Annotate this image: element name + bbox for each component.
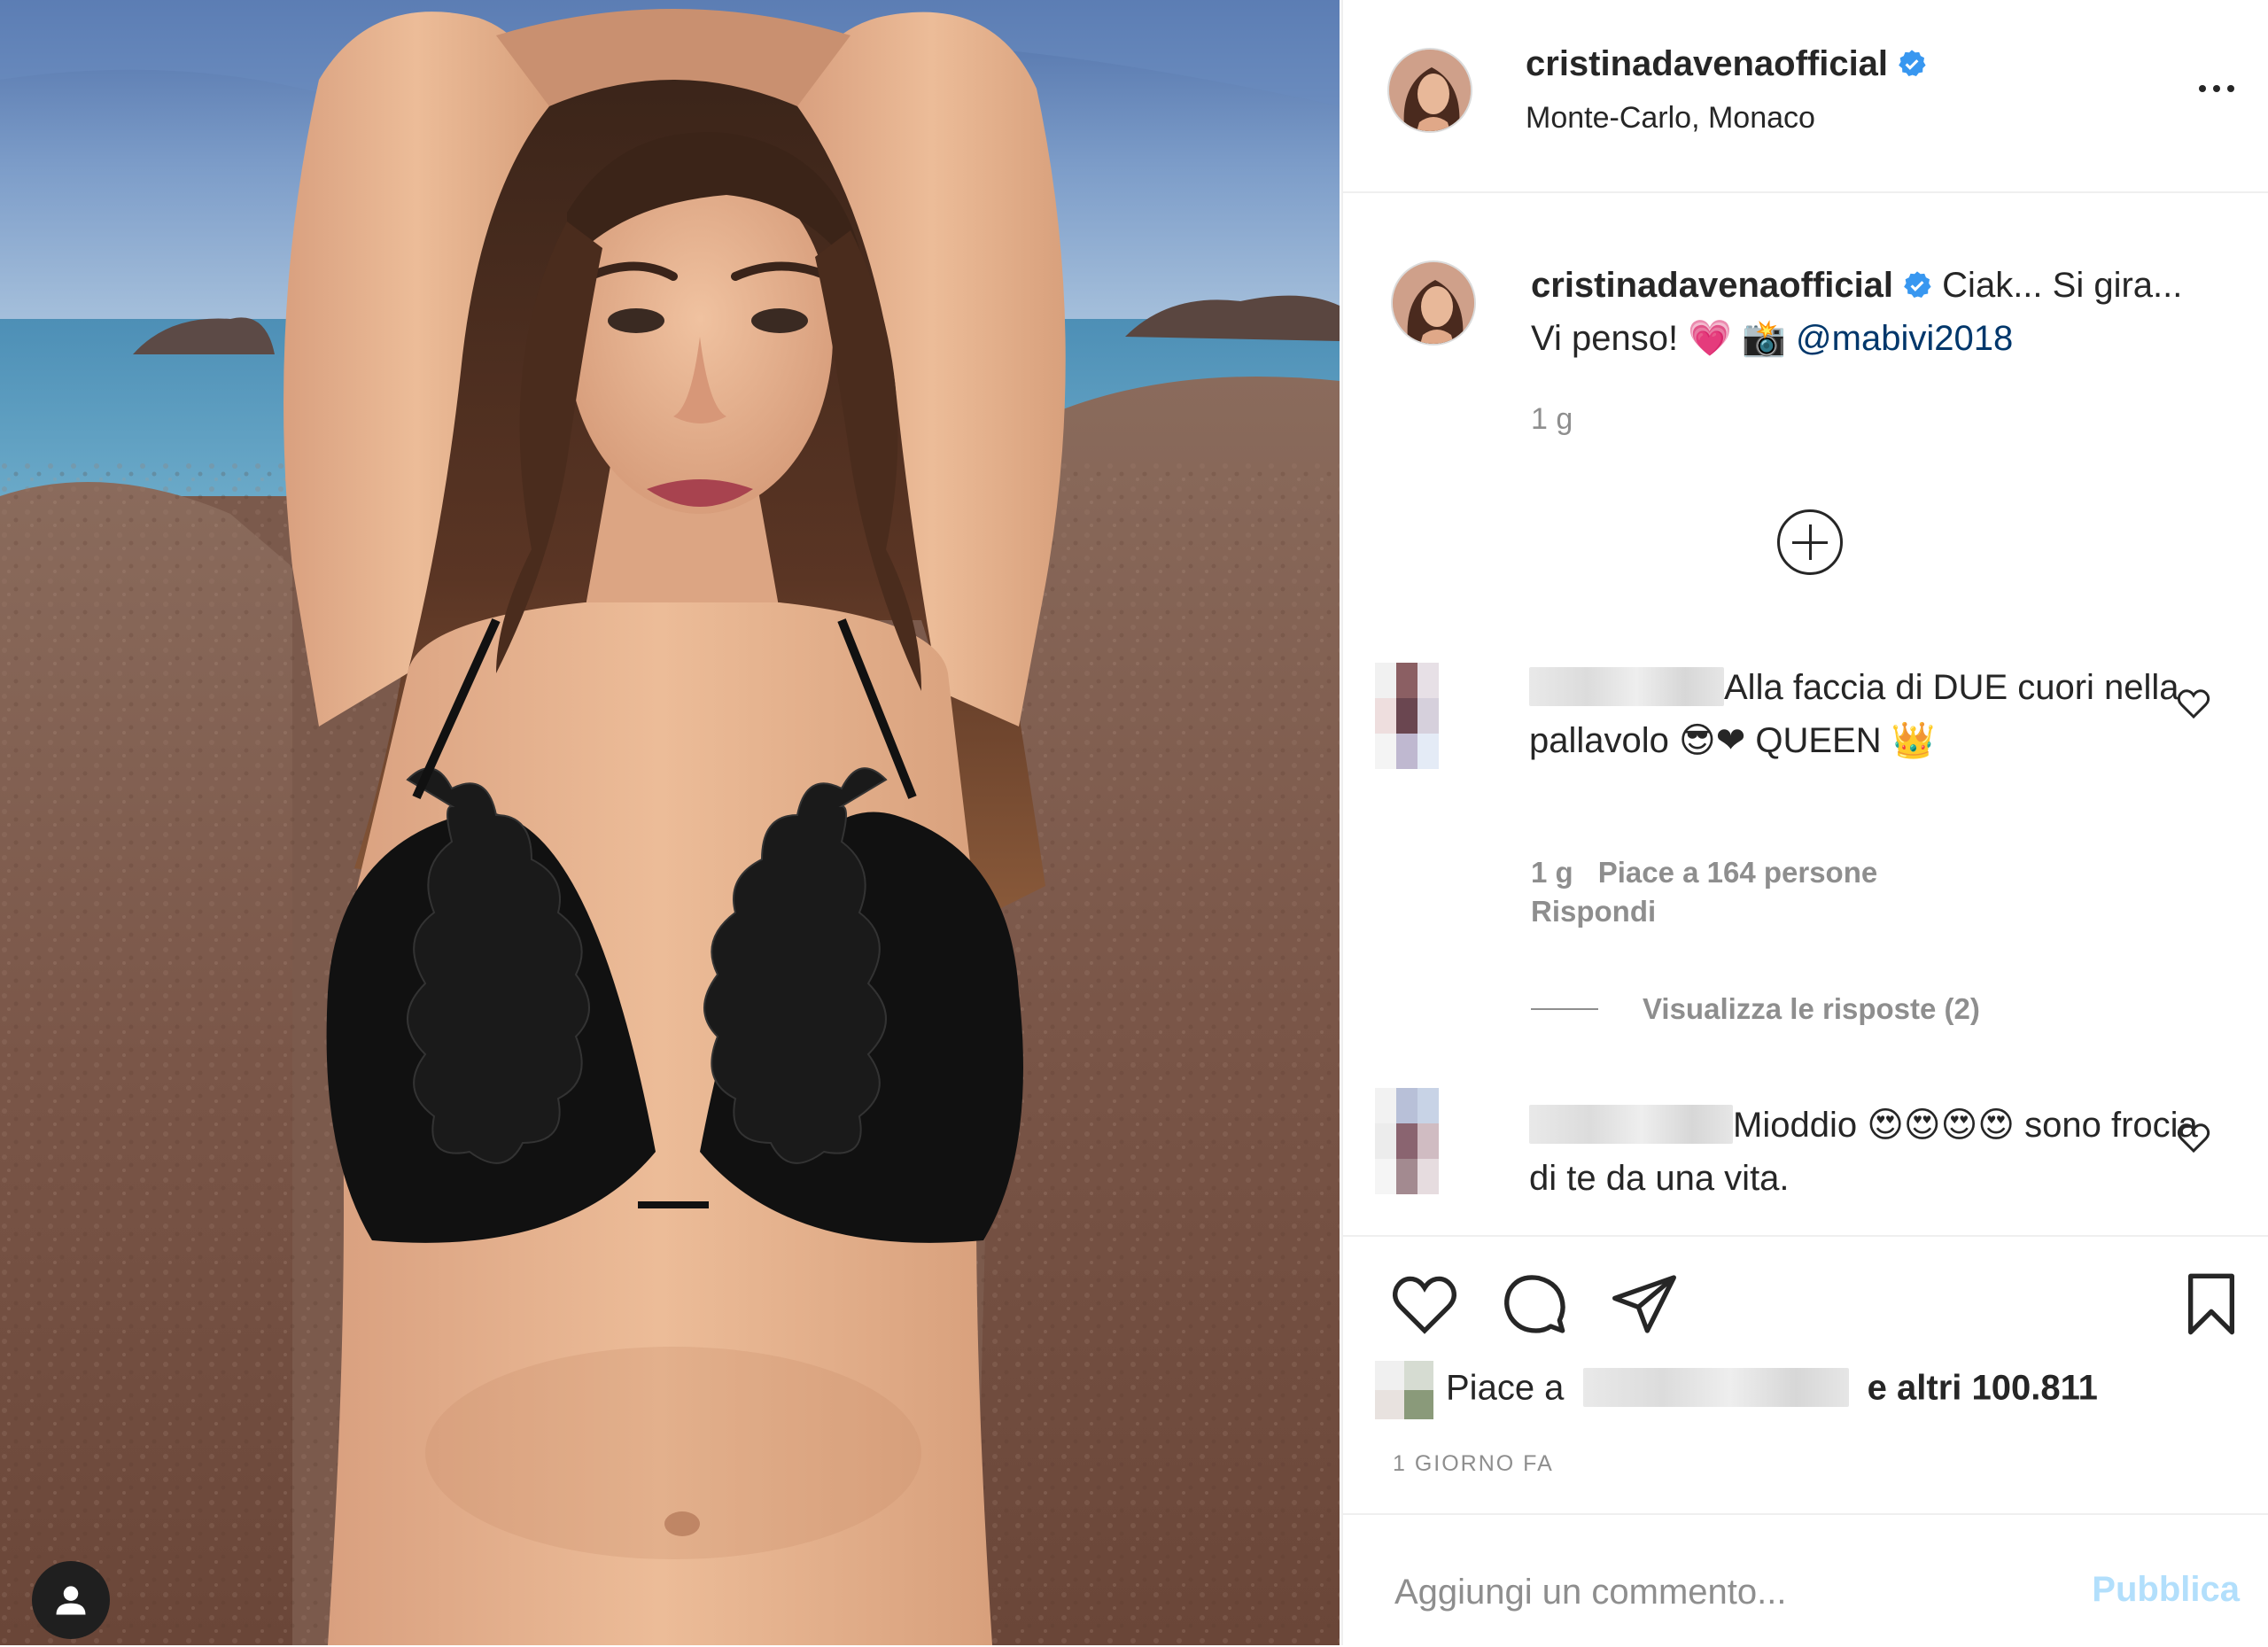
comment-avatar[interactable] (1375, 1088, 1439, 1194)
comment-meta: 1 g Piace a 164 persone (1531, 856, 1902, 890)
post-location[interactable]: Monte-Carlo, Monaco (1526, 101, 1815, 136)
user-tag-button[interactable] (32, 1561, 110, 1639)
caption-avatar-image (1393, 262, 1474, 344)
comment-username-redacted[interactable] (1529, 667, 1724, 706)
comment-likes-count[interactable]: Piace a 164 persone (1598, 856, 1878, 889)
likes-prefix: Piace a (1446, 1368, 1565, 1408)
comments-section: cristinadavenaofficial Ciak... Si gira..… (1343, 193, 2268, 1235)
liker-username-redacted[interactable] (1582, 1367, 1849, 1407)
verified-icon (1904, 271, 1931, 299)
author-username-text[interactable]: cristinadavenaofficial (1526, 44, 1888, 83)
post-actions: Piace a e altri 100.811 1 GIORNO FA (1343, 1235, 2268, 1503)
likes-summary: Piace a e altri 100.811 (1375, 1361, 2098, 1419)
liker-avatar-image[interactable] (1375, 1361, 1433, 1419)
comment-icon (1504, 1275, 1565, 1333)
user-tag-icon (56, 1586, 86, 1615)
post-side-panel: cristinadavenaofficial Monte-Carlo, Mona… (1341, 0, 2268, 1645)
comment-time[interactable]: 1 g (1531, 856, 1573, 889)
publish-button[interactable]: Pubblica (2092, 1570, 2240, 1610)
load-more-comments-button[interactable] (1777, 509, 1843, 575)
instagram-post-view: cristinadavenaofficial Monte-Carlo, Mona… (0, 0, 2268, 1645)
comment-like-button[interactable] (2176, 1120, 2211, 1155)
comment-text: Mioddio 😍😍😍😍 sono frocia di te da una vi… (1529, 1099, 2202, 1205)
view-replies-button[interactable]: Visualizza le risposte (2) (1643, 992, 1980, 1026)
author-avatar-image (1389, 50, 1471, 131)
post-header: cristinadavenaofficial Monte-Carlo, Mona… (1343, 0, 2268, 193)
photo-illustration (0, 0, 1340, 1645)
comment-input[interactable] (1393, 1565, 2052, 1620)
caption-heart-emoji: 💗 (1688, 319, 1732, 358)
add-comment-bar: Pubblica (1343, 1513, 2268, 1647)
caption-avatar[interactable] (1391, 260, 1476, 346)
caption-time[interactable]: 1 g (1531, 402, 1573, 437)
caption-username[interactable]: cristinadavenaofficial (1531, 266, 1893, 305)
author-avatar[interactable] (1387, 48, 1472, 133)
heart-icon (2177, 1123, 2210, 1154)
pixelated-avatar-image (1375, 1088, 1439, 1194)
comment-like-button[interactable] (2176, 686, 2211, 721)
comment-button[interactable] (1499, 1269, 1570, 1340)
caption-camera-emoji: 📸 (1742, 319, 1786, 358)
share-icon (1612, 1275, 1676, 1333)
bookmark-icon (2188, 1273, 2234, 1335)
post-date[interactable]: 1 GIORNO FA (1393, 1451, 1554, 1477)
caption-mention-link[interactable]: @mabivi2018 (1796, 319, 2013, 358)
post-photo[interactable] (0, 0, 1340, 1645)
share-button[interactable] (1609, 1269, 1680, 1340)
like-button[interactable] (1389, 1269, 1460, 1340)
comment-username-redacted[interactable] (1529, 1105, 1733, 1144)
more-options-icon[interactable] (2190, 71, 2243, 106)
comment-reply-button[interactable]: Rispondi (1531, 895, 1656, 928)
comment-avatar[interactable] (1375, 663, 1439, 769)
comment-text: Alla faccia di DUE cuori nella pallavolo… (1529, 661, 2202, 767)
heart-icon (1393, 1276, 1456, 1334)
author-username[interactable]: cristinadavenaofficial (1526, 44, 1927, 84)
verified-icon (1899, 50, 1926, 77)
post-caption: cristinadavenaofficial Ciak... Si gira..… (1531, 259, 2204, 365)
pixelated-avatar-image (1375, 663, 1439, 769)
save-button[interactable] (2176, 1269, 2247, 1340)
heart-icon (2177, 689, 2210, 719)
replies-divider (1531, 1008, 1598, 1010)
likes-count[interactable]: e altri 100.811 (1868, 1369, 2098, 1408)
